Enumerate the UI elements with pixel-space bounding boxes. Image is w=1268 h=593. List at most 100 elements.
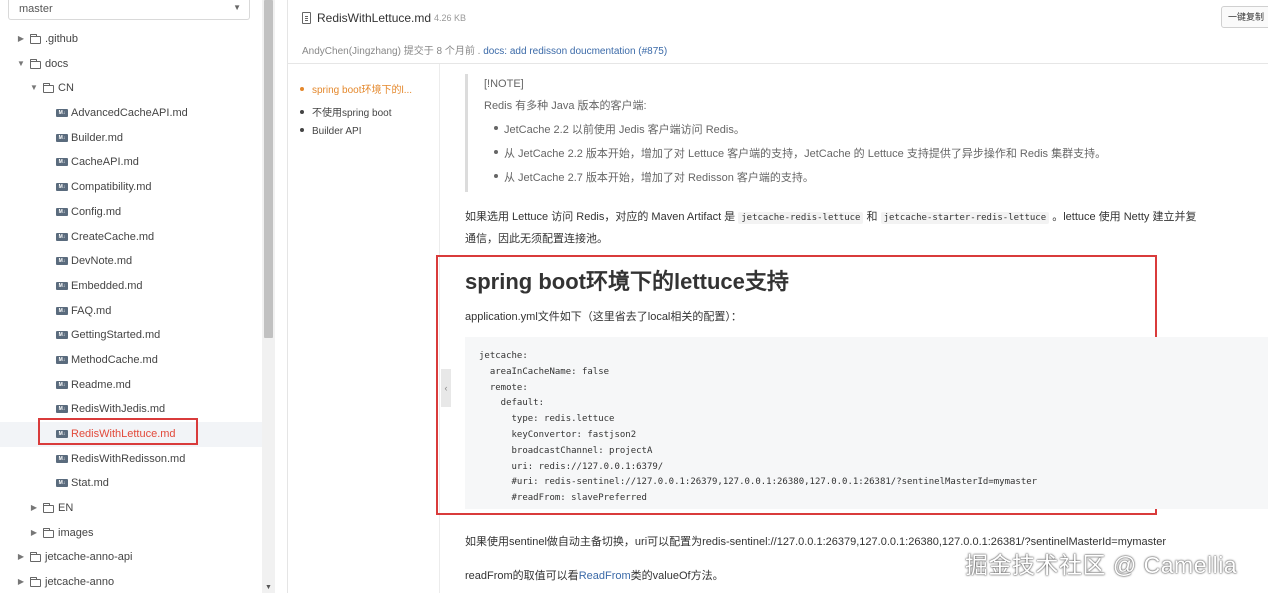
folder-icon bbox=[30, 552, 41, 563]
folder-icon bbox=[30, 58, 41, 69]
tree-item-label: Embedded.md bbox=[71, 279, 143, 292]
scrollbar-thumb[interactable] bbox=[264, 0, 273, 338]
bullet-icon bbox=[300, 109, 304, 114]
commit-info: AndyChen(Jingzhang) 提交于 8 个月前 . docs: ad… bbox=[302, 42, 667, 57]
outline-item[interactable]: Builder API bbox=[300, 126, 361, 137]
selected-file-highlight bbox=[38, 418, 198, 445]
tree-folder[interactable]: ▶ .github bbox=[0, 27, 262, 52]
markdown-file-icon: M↓ bbox=[56, 207, 68, 216]
note-bullet: JetCache 2.2 以前使用 Jedis 客户端访问 Redis。 bbox=[494, 121, 745, 137]
tree-file[interactable]: M↓ Embedded.md bbox=[0, 274, 262, 299]
tree-item-label: AdvancedCacheAPI.md bbox=[71, 107, 188, 120]
chevron-down-icon[interactable]: ▼ bbox=[16, 52, 26, 77]
tree-folder[interactable]: ▶ images bbox=[0, 521, 262, 546]
tree-item-label: jetcache-anno bbox=[45, 576, 115, 589]
readfrom-link[interactable]: ReadFrom bbox=[579, 570, 631, 582]
markdown-file-icon: M↓ bbox=[56, 331, 68, 340]
folder-icon bbox=[43, 527, 54, 538]
chevron-right-icon[interactable]: ▶ bbox=[29, 496, 39, 521]
readfrom-paragraph: readFrom的取值可以看ReadFrom类的valueOf方法。 bbox=[465, 570, 724, 582]
branch-name: master bbox=[19, 3, 53, 15]
code-line: type: redis.lettuce bbox=[479, 414, 615, 425]
tree-file[interactable]: M↓ CreateCache.md bbox=[0, 225, 262, 250]
outline-item[interactable]: 不使用spring boot bbox=[300, 104, 391, 119]
file-icon bbox=[302, 12, 311, 24]
tree-file[interactable]: M↓ Builder.md bbox=[0, 126, 262, 151]
file-name: RedisWithLettuce.md bbox=[317, 11, 432, 25]
tree-file[interactable]: M↓ Stat.md bbox=[0, 471, 262, 496]
chevron-down-icon[interactable]: ▼ bbox=[29, 76, 39, 101]
code-line: jetcache: bbox=[479, 351, 528, 361]
markdown-file-icon: M↓ bbox=[56, 454, 68, 463]
bullet-icon bbox=[300, 128, 304, 133]
file-view: RedisWithLettuce.md 4.26 KB 一键复制 AndyChe… bbox=[287, 0, 1268, 593]
folder-icon bbox=[30, 577, 41, 588]
file-header: RedisWithLettuce.md 4.26 KB 一键复制 AndyChe… bbox=[288, 0, 1268, 64]
tree-item-label: CN bbox=[58, 82, 74, 95]
lettuce-intro-paragraph: 如果选用 Lettuce 访问 Redis，对应的 Maven Artifact… bbox=[465, 211, 1197, 245]
tree-file[interactable]: M↓ Config.md bbox=[0, 200, 262, 225]
outline-item-label: spring boot环境下的l... bbox=[312, 85, 413, 96]
markdown-content: ‹ [!NOTE] Redis 有多种 Java 版本的客户端: JetCach… bbox=[436, 64, 1268, 593]
sidebar-scrollbar[interactable]: ▼ bbox=[262, 0, 275, 593]
scroll-down-icon[interactable]: ▼ bbox=[265, 584, 272, 591]
markdown-file-icon: M↓ bbox=[56, 158, 68, 167]
tree-file[interactable]: M↓ FAQ.md bbox=[0, 299, 262, 324]
tree-item-label: GettingStarted.md bbox=[71, 329, 161, 342]
markdown-file-icon: M↓ bbox=[56, 355, 68, 364]
tree-file[interactable]: M↓ RedisWithRedisson.md bbox=[0, 447, 262, 472]
tree-item-label: FAQ.md bbox=[71, 304, 112, 317]
markdown-file-icon: M↓ bbox=[56, 306, 68, 315]
chevron-right-icon[interactable]: ▶ bbox=[16, 27, 26, 52]
chevron-right-icon[interactable]: ▶ bbox=[29, 521, 39, 546]
markdown-file-icon: M↓ bbox=[56, 109, 68, 118]
tree-folder[interactable]: ▶ EN bbox=[0, 496, 262, 521]
chevron-right-icon[interactable]: ▶ bbox=[16, 545, 26, 570]
tree-file[interactable]: M↓ CacheAPI.md bbox=[0, 150, 262, 175]
markdown-file-icon: M↓ bbox=[56, 232, 68, 241]
tree-folder[interactable]: ▶ jetcache-anno bbox=[0, 570, 262, 593]
yaml-code-block: jetcache: areaInCacheName: false remote:… bbox=[465, 337, 1268, 509]
tree-file[interactable]: M↓ MethodCache.md bbox=[0, 348, 262, 373]
markdown-file-icon: M↓ bbox=[56, 257, 68, 266]
watermark: 掘金技术社区 @ Camellia bbox=[965, 552, 1238, 578]
note-tag: [!NOTE] bbox=[484, 78, 524, 90]
code-line: uri: redis://127.0.0.1:6379/ bbox=[479, 461, 664, 472]
folder-icon bbox=[43, 503, 54, 514]
note-intro: Redis 有多种 Java 版本的客户端: bbox=[484, 100, 647, 112]
markdown-file-icon: M↓ bbox=[56, 281, 68, 290]
tree-item-label: Config.md bbox=[71, 205, 122, 218]
tree-folder[interactable]: ▼ docs bbox=[0, 52, 262, 77]
tree-item-label: docs bbox=[45, 57, 69, 70]
tree-folder[interactable]: ▼ CN bbox=[0, 76, 262, 101]
markdown-file-icon: M↓ bbox=[56, 380, 68, 389]
chevron-down-icon: ▼ bbox=[233, 3, 241, 12]
commit-message-link[interactable]: docs: add redisson doucmentation (#875) bbox=[483, 46, 667, 57]
file-size: 4.26 KB bbox=[434, 13, 467, 23]
file-tree-panel: master ▼ ▶ .github ▼ docs ▼ CN M↓ AdvancedCache… bbox=[0, 0, 275, 593]
tree-file[interactable]: M↓ Readme.md bbox=[0, 373, 262, 398]
note-bullet: 从 JetCache 2.2 版本开始，增加了对 Lettuce 客户端的支持，… bbox=[494, 145, 1106, 161]
tree-file[interactable]: M↓ DevNote.md bbox=[0, 249, 262, 274]
code-line: #uri: redis-sentinel://127.0.0.1:26379,1… bbox=[479, 477, 1038, 488]
markdown-file-icon: M↓ bbox=[56, 405, 68, 414]
tree-item-label: RedisWithRedisson.md bbox=[71, 452, 186, 465]
commit-author: AndyChen(Jingzhang) 提交于 8 个月前 . bbox=[302, 46, 484, 57]
code-line: areaInCacheName: false bbox=[479, 366, 610, 377]
tree-file[interactable]: M↓ GettingStarted.md bbox=[0, 323, 262, 348]
bullet-icon bbox=[300, 87, 304, 92]
document-outline: spring boot环境下的l... 不使用spring boot Builder… bbox=[288, 64, 440, 593]
tree-item-label: Compatibility.md bbox=[71, 181, 152, 194]
copy-button[interactable]: 一键复制 bbox=[1221, 6, 1268, 28]
tree-file[interactable]: M↓ AdvancedCacheAPI.md bbox=[0, 101, 262, 126]
note-blockquote: [!NOTE] Redis 有多种 Java 版本的客户端: JetCache … bbox=[465, 74, 1265, 192]
branch-selector[interactable]: master ▼ bbox=[8, 0, 250, 20]
outline-item[interactable]: spring boot环境下的l... bbox=[300, 81, 412, 96]
tree-item-label: EN bbox=[58, 502, 74, 515]
markdown-file-icon: M↓ bbox=[56, 133, 68, 142]
inline-code: jetcache-redis-lettuce bbox=[738, 212, 864, 224]
chevron-right-icon[interactable]: ▶ bbox=[16, 570, 26, 593]
outline-item-label: 不使用spring boot bbox=[312, 107, 392, 119]
tree-file[interactable]: M↓ Compatibility.md bbox=[0, 175, 262, 200]
tree-folder[interactable]: ▶ jetcache-anno-api bbox=[0, 545, 262, 570]
